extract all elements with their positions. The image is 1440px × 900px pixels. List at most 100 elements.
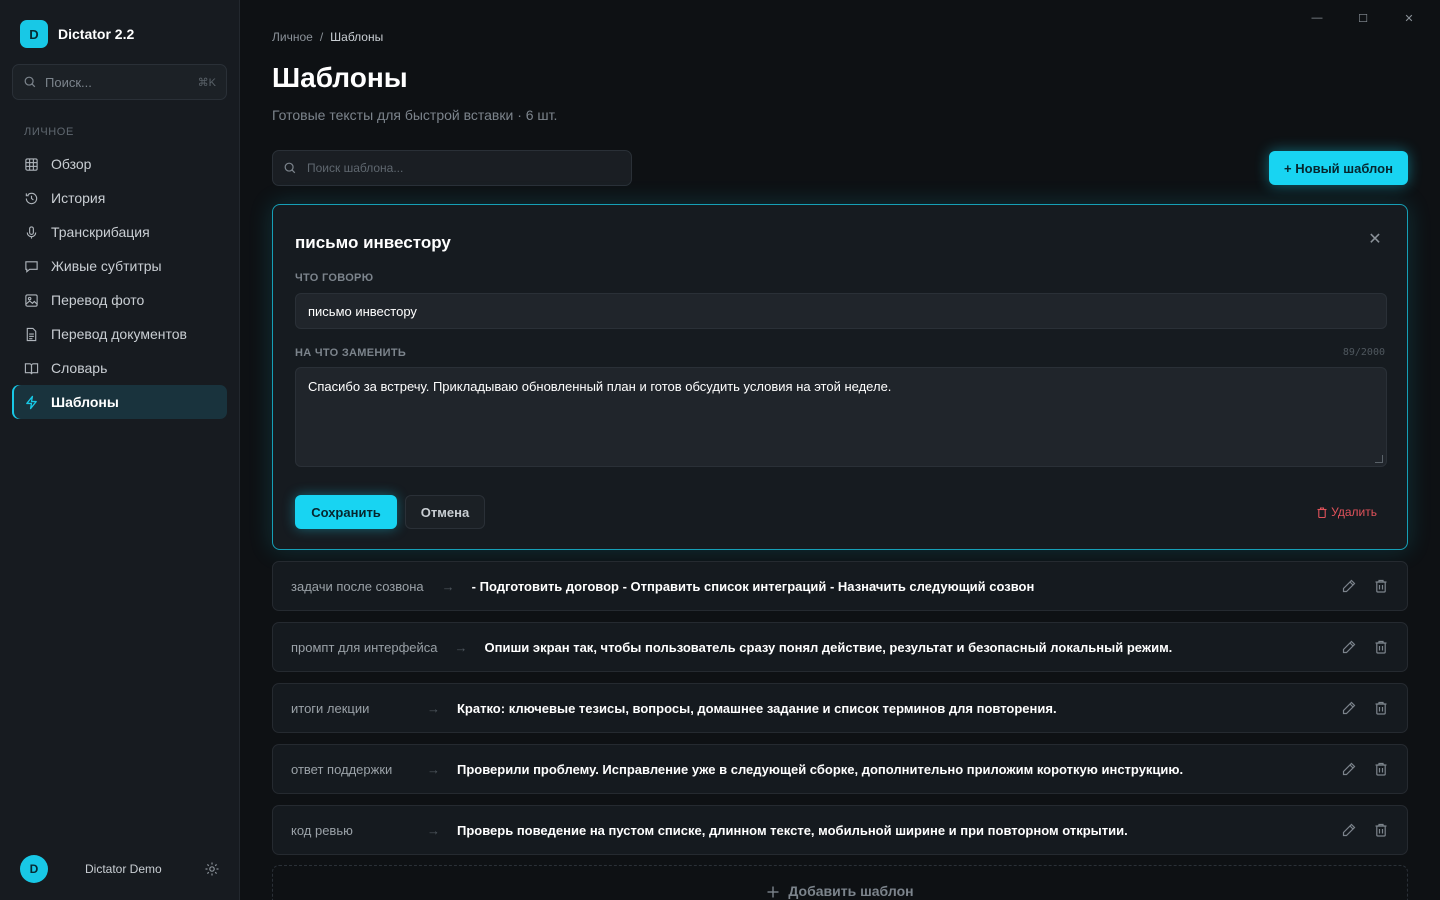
sidebar-item-label: Перевод документов <box>51 326 187 342</box>
sidebar-item-label: История <box>51 190 106 206</box>
template-search-placeholder: Поиск шаблона... <box>307 161 404 175</box>
template-editor: письмо инвестору ✕ ЧТО ГОВОРЮ письмо инв… <box>272 204 1408 550</box>
arrow-icon: → <box>427 700 440 716</box>
template-value: Проверь поведение на пустом списке, длин… <box>457 822 1128 838</box>
sidebar-item-photo-translation[interactable]: Перевод фото <box>12 283 227 317</box>
save-button[interactable]: Сохранить <box>295 495 397 529</box>
sidebar-item-label: Транскрибация <box>51 224 150 240</box>
row-actions <box>1341 822 1389 838</box>
trash-icon[interactable] <box>1373 761 1389 777</box>
trash-icon[interactable] <box>1373 822 1389 838</box>
book-icon <box>24 362 39 374</box>
add-template-button[interactable]: Добавить шаблон <box>272 865 1408 900</box>
app-logo: D <box>20 20 48 48</box>
breadcrumb-separator: / <box>319 30 324 44</box>
minimize-button[interactable]: — <box>1294 8 1340 28</box>
new-template-button[interactable]: + Новый шаблон <box>1269 151 1408 185</box>
image-icon <box>25 293 38 307</box>
brand[interactable]: D Dictator 2.2 <box>20 20 134 48</box>
sidebar-item-templates[interactable]: Шаблоны <box>12 385 227 419</box>
sidebar-item-label: Живые субтитры <box>51 258 162 274</box>
sidebar-item-dictionary[interactable]: Словарь <box>12 351 227 385</box>
template-row[interactable]: ответ поддержки → Проверили проблему. Ис… <box>272 744 1408 794</box>
template-row[interactable]: итоги лекции → Кратко: ключевые тезисы, … <box>272 683 1408 733</box>
row-actions <box>1341 700 1389 716</box>
breadcrumb-current: Шаблоны <box>330 30 384 44</box>
arrow-icon: → <box>441 578 455 594</box>
resize-handle[interactable] <box>1375 455 1383 463</box>
chat-bubble-icon <box>25 260 38 273</box>
edit-icon[interactable] <box>1341 700 1357 716</box>
template-row[interactable]: задачи после созвона → - Подготовить дог… <box>272 561 1408 611</box>
row-actions <box>1341 761 1389 777</box>
trigger-label: ЧТО ГОВОРЮ <box>295 272 374 284</box>
replace-textarea[interactable]: Спасибо за встречу. Прикладываю обновлен… <box>295 367 1387 467</box>
char-counter: 89/2000 <box>1342 347 1385 358</box>
template-key: промпт для интерфейса <box>291 639 438 655</box>
template-key: ответ поддержки <box>291 761 393 777</box>
page-title: Шаблоны <box>272 62 408 93</box>
template-value: Опиши экран так, чтобы пользователь сраз… <box>484 639 1173 655</box>
delete-label: Удалить <box>1331 505 1377 519</box>
breadcrumb-parent[interactable]: Личное <box>272 30 313 44</box>
history-icon <box>25 192 38 204</box>
arrow-icon: → <box>427 761 440 777</box>
trigger-input[interactable]: письмо инвестору <box>295 293 1387 329</box>
add-template-label: Добавить шаблон <box>788 883 914 899</box>
sidebar-nav: Обзор История Транскрибация Живые субтит… <box>12 147 227 419</box>
template-value: Проверили проблему. Исправление уже в сл… <box>457 761 1184 777</box>
row-actions <box>1341 639 1389 655</box>
template-key: задачи после созвона <box>291 578 424 594</box>
trash-icon[interactable] <box>1373 700 1389 716</box>
sidebar-item-overview[interactable]: Обзор <box>12 147 227 181</box>
search-icon <box>284 162 296 174</box>
template-key: итоги лекции <box>291 700 370 716</box>
template-row[interactable]: код ревью → Проверь поведение на пустом … <box>272 805 1408 855</box>
template-search-input[interactable]: Поиск шаблона... <box>272 150 632 186</box>
sidebar-item-document-translation[interactable]: Перевод документов <box>12 317 227 351</box>
cancel-button[interactable]: Отмена <box>405 495 485 529</box>
sidebar-search-placeholder: Поиск... <box>45 74 92 90</box>
replace-label: НА ЧТО ЗАМЕНИТЬ <box>295 347 407 359</box>
breadcrumb: Личное / Шаблоны <box>272 30 383 44</box>
grid-icon <box>25 157 38 171</box>
template-value: - Подготовить договор - Отправить список… <box>471 578 1035 594</box>
sidebar-item-history[interactable]: История <box>12 181 227 215</box>
delete-button[interactable]: Удалить <box>1317 505 1377 519</box>
maximize-button[interactable]: ☐ <box>1340 8 1386 28</box>
page-subtitle: Готовые тексты для быстрой вставки · 6 ш… <box>272 107 558 123</box>
template-row[interactable]: промпт для интерфейса → Опиши экран так,… <box>272 622 1408 672</box>
edit-icon[interactable] <box>1341 578 1357 594</box>
microphone-icon <box>26 225 37 239</box>
app-name: Dictator 2.2 <box>58 26 135 42</box>
sidebar-item-label: Шаблоны <box>51 394 119 410</box>
template-value: Кратко: ключевые тезисы, вопросы, домашн… <box>457 700 1057 716</box>
arrow-icon: → <box>427 822 440 838</box>
edit-icon[interactable] <box>1341 761 1357 777</box>
user-profile[interactable]: D Dictator Demo <box>20 855 220 883</box>
section-label: ЛИЧНОЕ <box>24 126 74 138</box>
sidebar-item-transcription[interactable]: Транскрибация <box>12 215 227 249</box>
document-icon <box>26 327 37 341</box>
trash-icon[interactable] <box>1373 578 1389 594</box>
search-shortcut: ⌘K <box>197 76 216 89</box>
close-window-button[interactable]: ✕ <box>1386 8 1432 28</box>
sidebar-search[interactable]: Поиск... ⌘K <box>12 64 227 100</box>
trash-icon[interactable] <box>1373 639 1389 655</box>
sidebar-item-live-subtitles[interactable]: Живые субтитры <box>12 249 227 283</box>
edit-icon[interactable] <box>1341 822 1357 838</box>
trash-icon <box>1317 506 1327 518</box>
sidebar-item-label: Словарь <box>51 360 108 376</box>
sidebar-item-label: Перевод фото <box>51 292 145 308</box>
replace-value: Спасибо за встречу. Прикладываю обновлен… <box>308 379 892 394</box>
edit-icon[interactable] <box>1341 639 1357 655</box>
trigger-value: письмо инвестору <box>308 303 417 319</box>
editor-title: письмо инвестору <box>295 233 451 252</box>
row-actions <box>1341 578 1389 594</box>
window-controls: — ☐ ✕ <box>1294 8 1432 28</box>
close-icon[interactable]: ✕ <box>1365 229 1385 249</box>
gear-icon[interactable] <box>204 861 220 877</box>
sidebar: D Dictator 2.2 Поиск... ⌘K ЛИЧНОЕ Обзор … <box>0 0 240 900</box>
avatar: D <box>20 855 48 883</box>
template-key: код ревью <box>291 822 353 838</box>
